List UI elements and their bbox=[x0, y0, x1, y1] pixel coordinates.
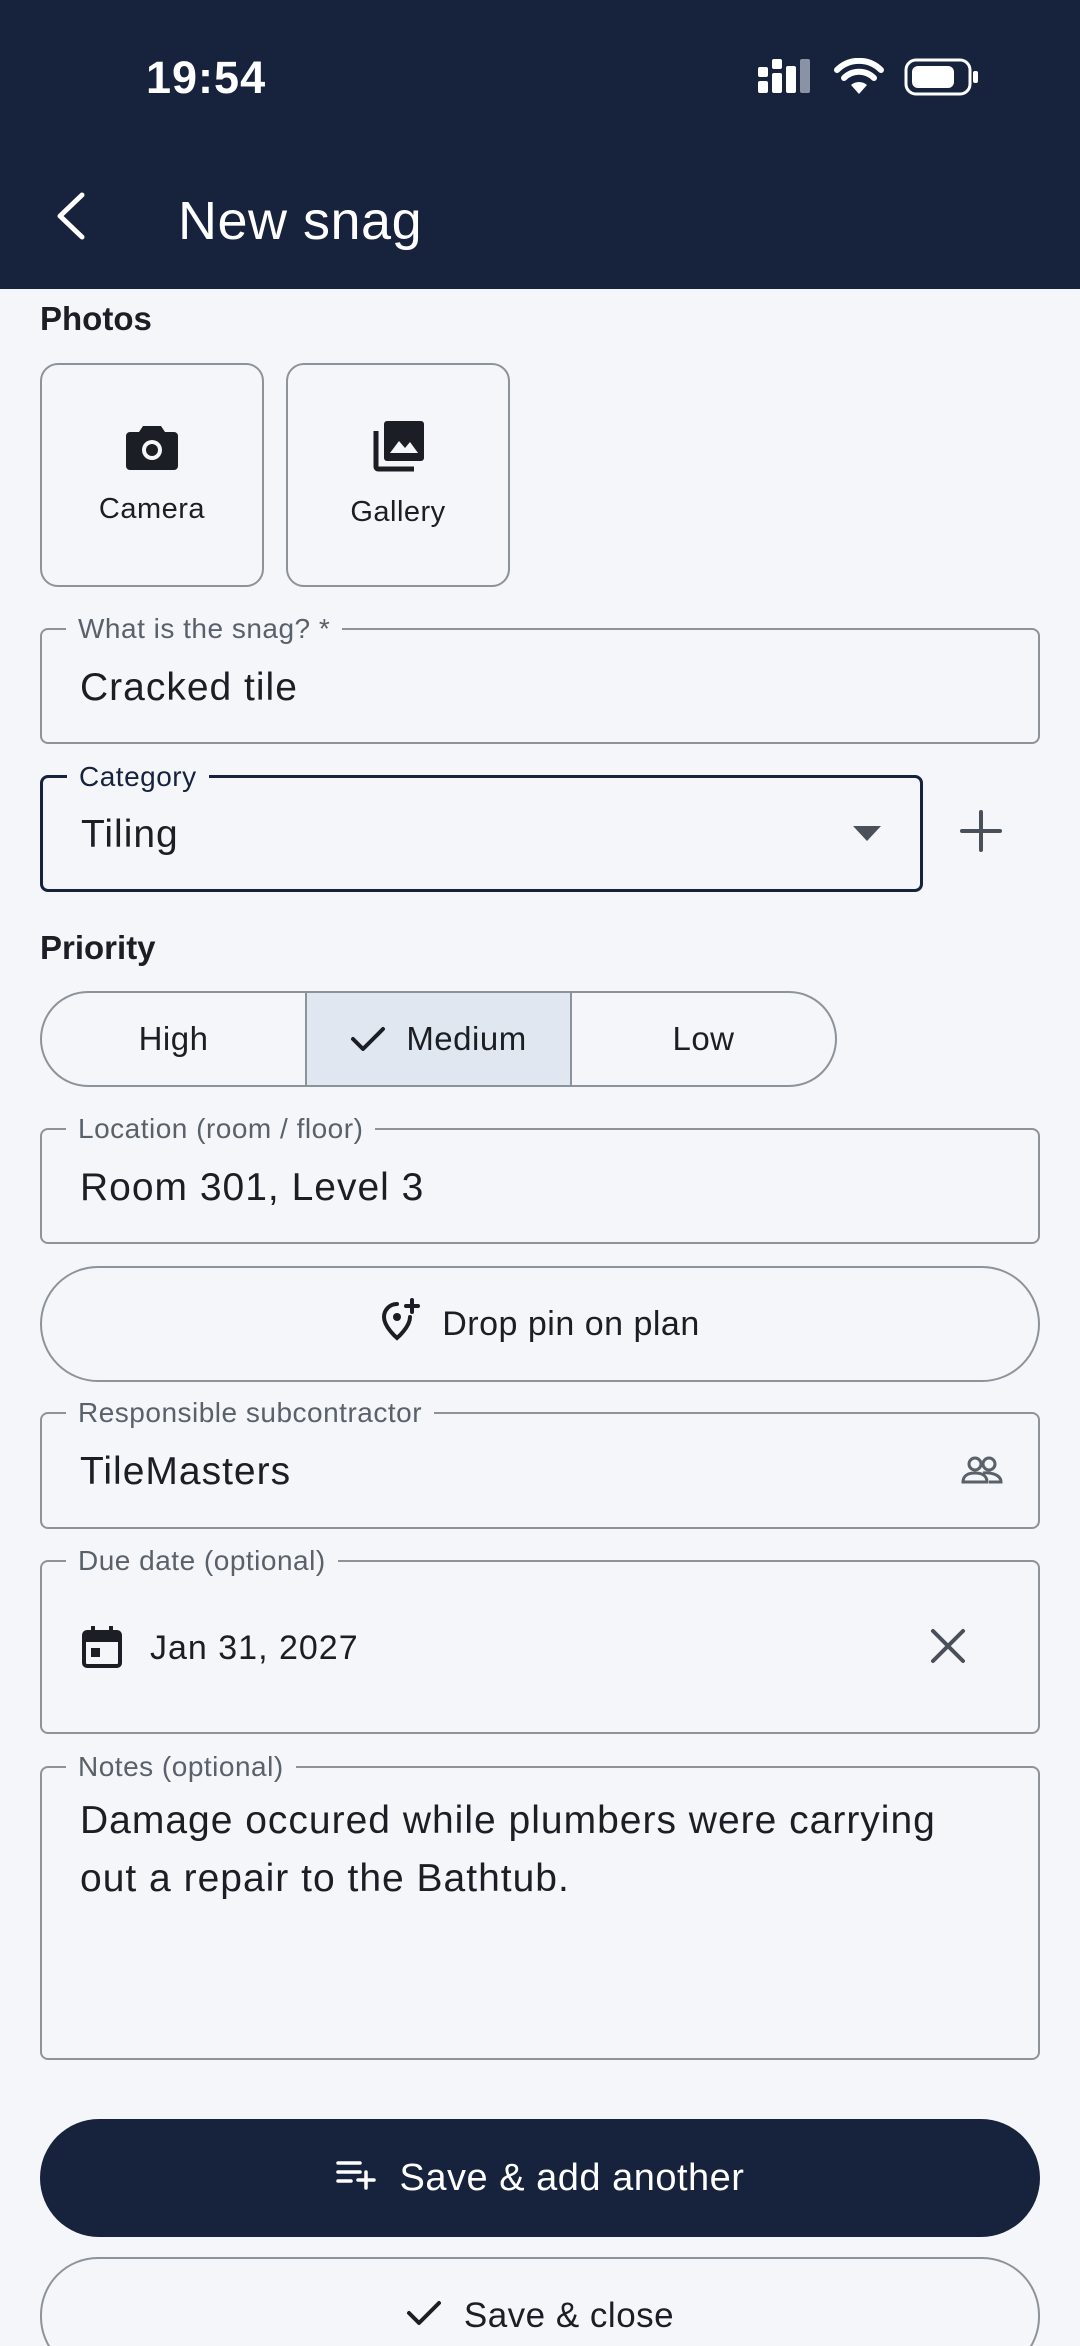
plus-icon bbox=[956, 810, 1006, 860]
subcontractor-field[interactable]: Responsible subcontractor TileMasters bbox=[40, 1396, 1040, 1529]
priority-segmented-control: High Medium Low bbox=[40, 991, 837, 1087]
check-icon bbox=[406, 2297, 442, 2336]
snag-description-label: What is the snag? * bbox=[66, 612, 343, 646]
category-select[interactable]: Category Tiling bbox=[40, 760, 923, 892]
gallery-icon bbox=[372, 421, 424, 478]
check-icon bbox=[350, 1025, 386, 1053]
priority-option-label: High bbox=[138, 1020, 209, 1057]
battery-icon bbox=[904, 58, 980, 101]
save-add-another-button[interactable]: Save & add another bbox=[40, 2119, 1040, 2237]
subcontractor-label: Responsible subcontractor bbox=[66, 1396, 435, 1430]
app-bar: 19:54 New snag bbox=[0, 0, 1080, 289]
priority-option-high[interactable]: High bbox=[42, 993, 307, 1085]
drop-pin-label: Drop pin on plan bbox=[442, 1304, 700, 1343]
save-add-another-label: Save & add another bbox=[399, 2156, 745, 2199]
priority-option-low[interactable]: Low bbox=[572, 993, 835, 1085]
gallery-button[interactable]: Gallery bbox=[286, 363, 510, 587]
playlist-add-icon bbox=[335, 2157, 376, 2200]
subcontractor-value: TileMasters bbox=[80, 1450, 292, 1493]
status-icons bbox=[758, 57, 980, 101]
location-label: Location (room / floor) bbox=[66, 1112, 376, 1146]
due-date-label: Due date (optional) bbox=[66, 1544, 338, 1578]
notes-value: Damage occured while plumbers were carry… bbox=[80, 1799, 936, 1900]
status-time: 19:54 bbox=[146, 52, 267, 103]
calendar-icon bbox=[82, 1625, 122, 1673]
page-title: New snag bbox=[178, 191, 423, 251]
priority-option-label: Low bbox=[672, 1020, 735, 1057]
category-label: Category bbox=[67, 760, 209, 794]
back-arrow-icon bbox=[54, 191, 86, 246]
back-button[interactable] bbox=[48, 188, 92, 248]
save-close-button[interactable]: Save & close bbox=[40, 2257, 1040, 2346]
due-date-field[interactable]: Due date (optional) Jan 31, 2027 bbox=[40, 1544, 1040, 1734]
close-icon bbox=[930, 1628, 966, 1669]
priority-label: Priority bbox=[40, 929, 156, 966]
wifi-icon bbox=[834, 57, 884, 101]
add-category-button[interactable] bbox=[956, 806, 1006, 856]
snag-description-value: Cracked tile bbox=[80, 666, 298, 709]
dropdown-arrow-icon bbox=[853, 826, 881, 847]
clear-date-button[interactable] bbox=[926, 1626, 970, 1670]
camera-icon bbox=[126, 424, 178, 475]
camera-button[interactable]: Camera bbox=[40, 363, 264, 587]
add-location-icon bbox=[380, 1297, 421, 1351]
category-value: Tiling bbox=[81, 813, 179, 856]
photos-label: Photos bbox=[40, 300, 152, 337]
snag-description-field[interactable]: What is the snag? * Cracked tile bbox=[40, 612, 1040, 744]
location-field[interactable]: Location (room / floor) Room 301, Level … bbox=[40, 1112, 1040, 1244]
drop-pin-button[interactable]: Drop pin on plan bbox=[40, 1266, 1040, 1382]
signal-icon bbox=[758, 58, 814, 100]
camera-label: Camera bbox=[98, 493, 206, 525]
notes-label: Notes (optional) bbox=[66, 1750, 296, 1784]
gallery-label: Gallery bbox=[350, 496, 446, 528]
notes-field[interactable]: Notes (optional) Damage occured while pl… bbox=[40, 1750, 1040, 2060]
priority-option-medium[interactable]: Medium bbox=[307, 993, 572, 1085]
priority-option-label: Medium bbox=[406, 1020, 527, 1057]
people-icon bbox=[961, 1456, 1003, 1489]
save-close-label: Save & close bbox=[463, 2296, 675, 2335]
due-date-value: Jan 31, 2027 bbox=[150, 1629, 359, 1667]
location-value: Room 301, Level 3 bbox=[80, 1166, 425, 1209]
